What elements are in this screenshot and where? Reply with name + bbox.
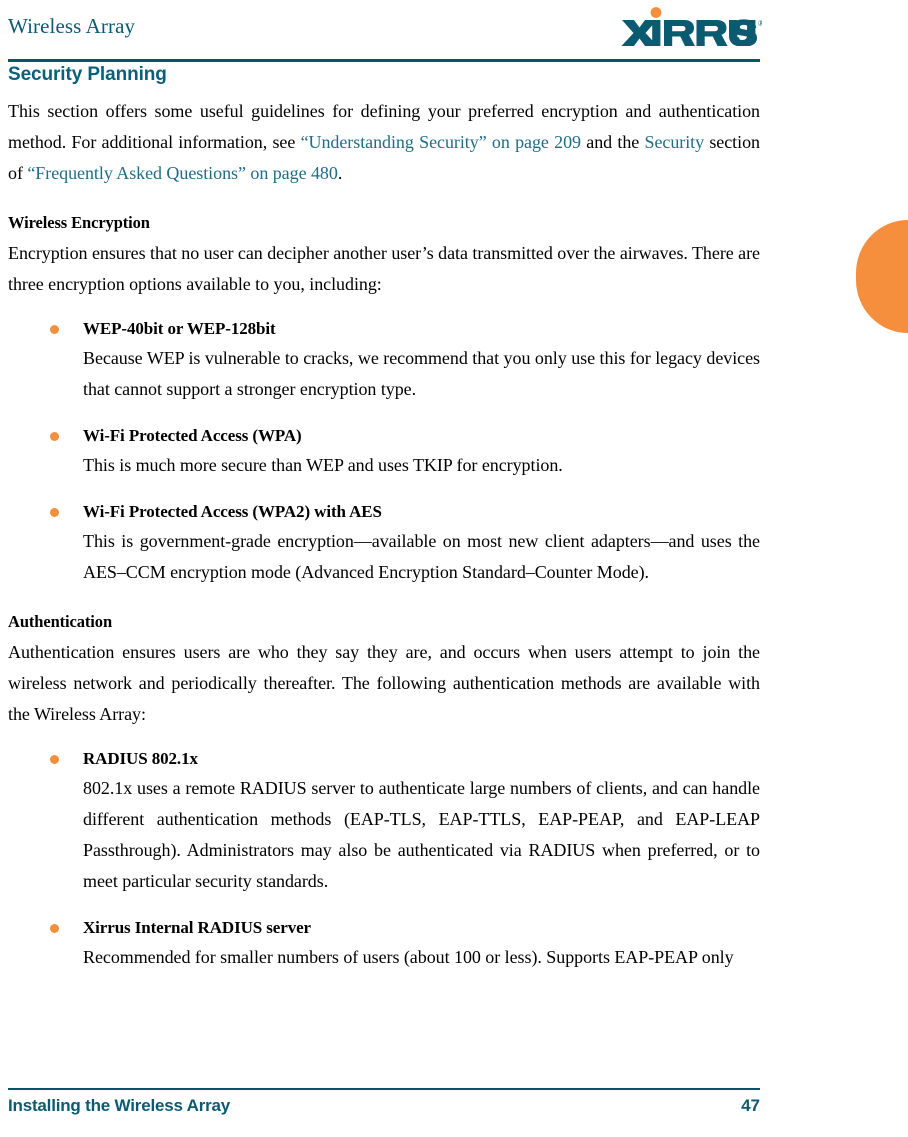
- authentication-bullet-list: RADIUS 802.1x 802.1x uses a remote RADIU…: [8, 744, 760, 973]
- xirrus-logo: ®: [620, 6, 762, 46]
- bullet-title: Wi-Fi Protected Access (WPA2) with AES: [83, 502, 382, 521]
- section-intro-paragraph: This section offers some useful guidelin…: [8, 96, 760, 189]
- bullet-title: RADIUS 802.1x: [83, 749, 198, 768]
- list-item: Xirrus Internal RADIUS server Recommende…: [8, 913, 760, 973]
- xref-security[interactable]: Security: [644, 132, 704, 152]
- bullet-title: Xirrus Internal RADIUS server: [83, 918, 311, 937]
- subheading-authentication: Authentication: [8, 612, 113, 631]
- edge-thumb-tab: [856, 220, 908, 333]
- list-item: RADIUS 802.1x 802.1x uses a remote RADIU…: [8, 744, 760, 897]
- bullet-body: This is government-grade encryption—avai…: [83, 531, 760, 582]
- page-content: Security Planning This section offers so…: [8, 64, 760, 973]
- intro-text-part2: and the: [580, 132, 645, 152]
- header-title: Wireless Array: [8, 14, 136, 38]
- footer-divider: [8, 1088, 760, 1090]
- xref-understanding-security[interactable]: “Understanding Security” on page 209: [301, 132, 581, 152]
- bullet-dot-icon: [50, 508, 59, 517]
- wireless-encryption-bullet-list: WEP-40bit or WEP-128bit Because WEP is v…: [8, 314, 760, 588]
- bullet-title: WEP-40bit or WEP-128bit: [83, 319, 276, 338]
- bullet-dot-icon: [50, 432, 59, 441]
- wireless-encryption-intro: Encryption ensures that no user can deci…: [8, 243, 760, 294]
- bullet-body: 802.1x uses a remote RADIUS server to au…: [83, 778, 760, 891]
- bullet-dot-icon: [50, 325, 59, 334]
- intro-text-part4: .: [337, 163, 343, 183]
- page-title: Security Planning: [8, 64, 167, 85]
- bullet-body: Because WEP is vulnerable to cracks, we …: [83, 348, 760, 399]
- list-item: WEP-40bit or WEP-128bit Because WEP is v…: [8, 314, 760, 405]
- bullet-body: Recommended for smaller numbers of users…: [83, 947, 734, 967]
- bullet-dot-icon: [50, 755, 59, 764]
- logo-trademark: ®: [758, 19, 762, 28]
- bullet-dot-icon: [50, 924, 59, 933]
- xref-faq[interactable]: “Frequently Asked Questions” on page 480: [27, 163, 338, 183]
- list-item: Wi-Fi Protected Access (WPA) This is muc…: [8, 421, 760, 481]
- page-number: 47: [741, 1096, 760, 1115]
- document-page: Wireless Array ® Security Planning This …: [0, 0, 908, 1137]
- authentication-intro: Authentication ensures users are who the…: [8, 642, 760, 724]
- header-divider: [8, 59, 760, 62]
- logo-dot-icon: [650, 7, 662, 18]
- footer-chapter-title: Installing the Wireless Array: [8, 1096, 231, 1115]
- bullet-title: Wi-Fi Protected Access (WPA): [83, 426, 302, 445]
- bullet-body: This is much more secure than WEP and us…: [83, 455, 563, 475]
- list-item: Wi-Fi Protected Access (WPA2) with AES T…: [8, 497, 760, 588]
- subheading-wireless-encryption: Wireless Encryption: [8, 213, 150, 232]
